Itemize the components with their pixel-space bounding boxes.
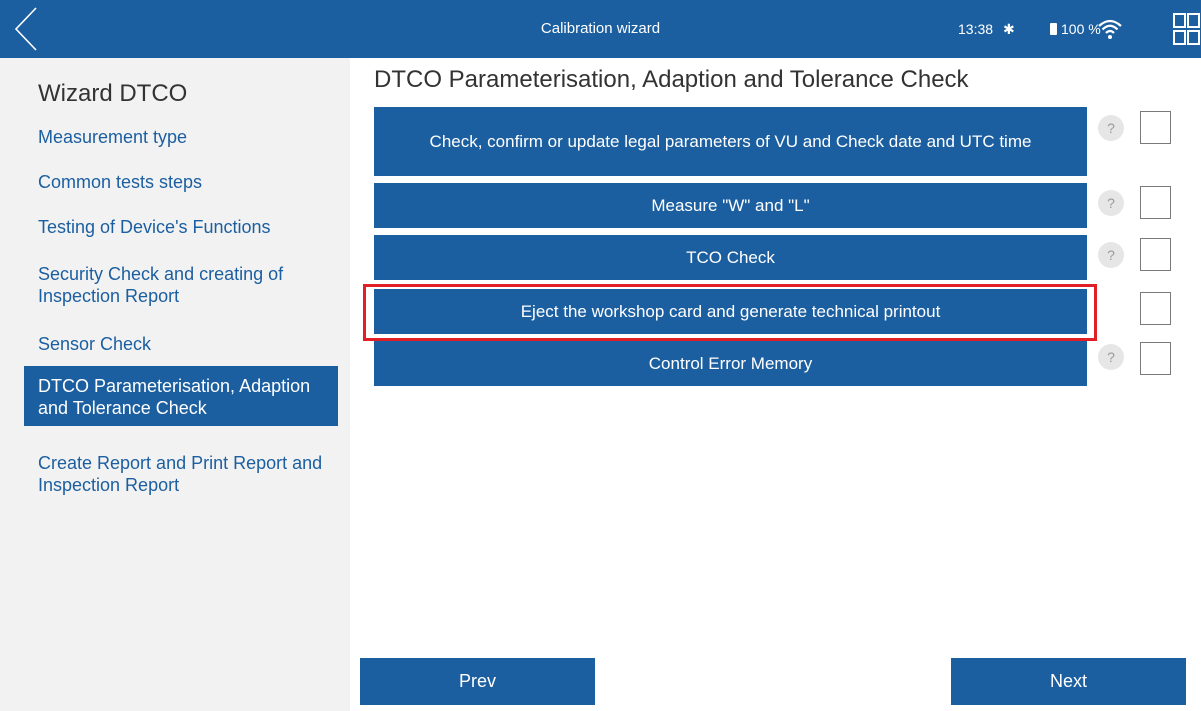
sidebar-item-security-check[interactable]: Security Check and creating of Inspectio… [24,263,338,307]
next-button[interactable]: Next [951,658,1186,705]
sidebar-item-testing-functions[interactable]: Testing of Device's Functions [24,216,338,238]
help-icon[interactable]: ? [1098,242,1124,268]
step-button-measure-w-l[interactable]: Measure "W" and "L" [374,183,1087,228]
step-button-tco-check[interactable]: TCO Check [374,235,1087,280]
step-checkbox-tco-check[interactable] [1140,238,1171,271]
battery-level: 100 % [1061,21,1101,37]
window-title: Calibration wizard [540,20,661,37]
sidebar-item-measurement-type[interactable]: Measurement type [24,126,338,148]
help-icon[interactable]: ? [1098,115,1124,141]
clock: 13:38 [958,21,994,37]
sidebar-item-dtco-parameterisation[interactable]: DTCO Parameterisation, Adaption and Tole… [24,366,338,426]
step-checkbox-control-error-memory[interactable] [1140,342,1171,375]
battery-icon [1050,23,1057,35]
step-checkbox-eject-workshop-card[interactable] [1140,292,1171,325]
wifi-icon [1098,19,1122,39]
prev-button[interactable]: Prev [360,658,595,705]
sidebar-title: Wizard DTCO [38,80,188,107]
top-bar: Calibration wizard 13:38 ✱ 100 % [0,0,1201,58]
step-checkbox-measure-w-l[interactable] [1140,186,1171,219]
sidebar-item-create-report[interactable]: Create Report and Print Report and Inspe… [24,452,338,496]
sidebar-item-common-tests-steps[interactable]: Common tests steps [24,171,338,193]
highlight-frame [363,284,1097,341]
step-button-check-legal-parameters[interactable]: Check, confirm or update legal parameter… [374,107,1087,176]
grid-icon[interactable] [1172,13,1201,45]
page-title: DTCO Parameterisation, Adaption and Tole… [374,66,969,93]
help-icon[interactable]: ? [1098,344,1124,370]
bluetooth-icon: ✱ [1003,21,1015,37]
sidebar-item-sensor-check[interactable]: Sensor Check [24,333,338,355]
step-checkbox-check-legal-parameters[interactable] [1140,111,1171,144]
step-button-control-error-memory[interactable]: Control Error Memory [374,341,1087,386]
help-icon[interactable]: ? [1098,190,1124,216]
